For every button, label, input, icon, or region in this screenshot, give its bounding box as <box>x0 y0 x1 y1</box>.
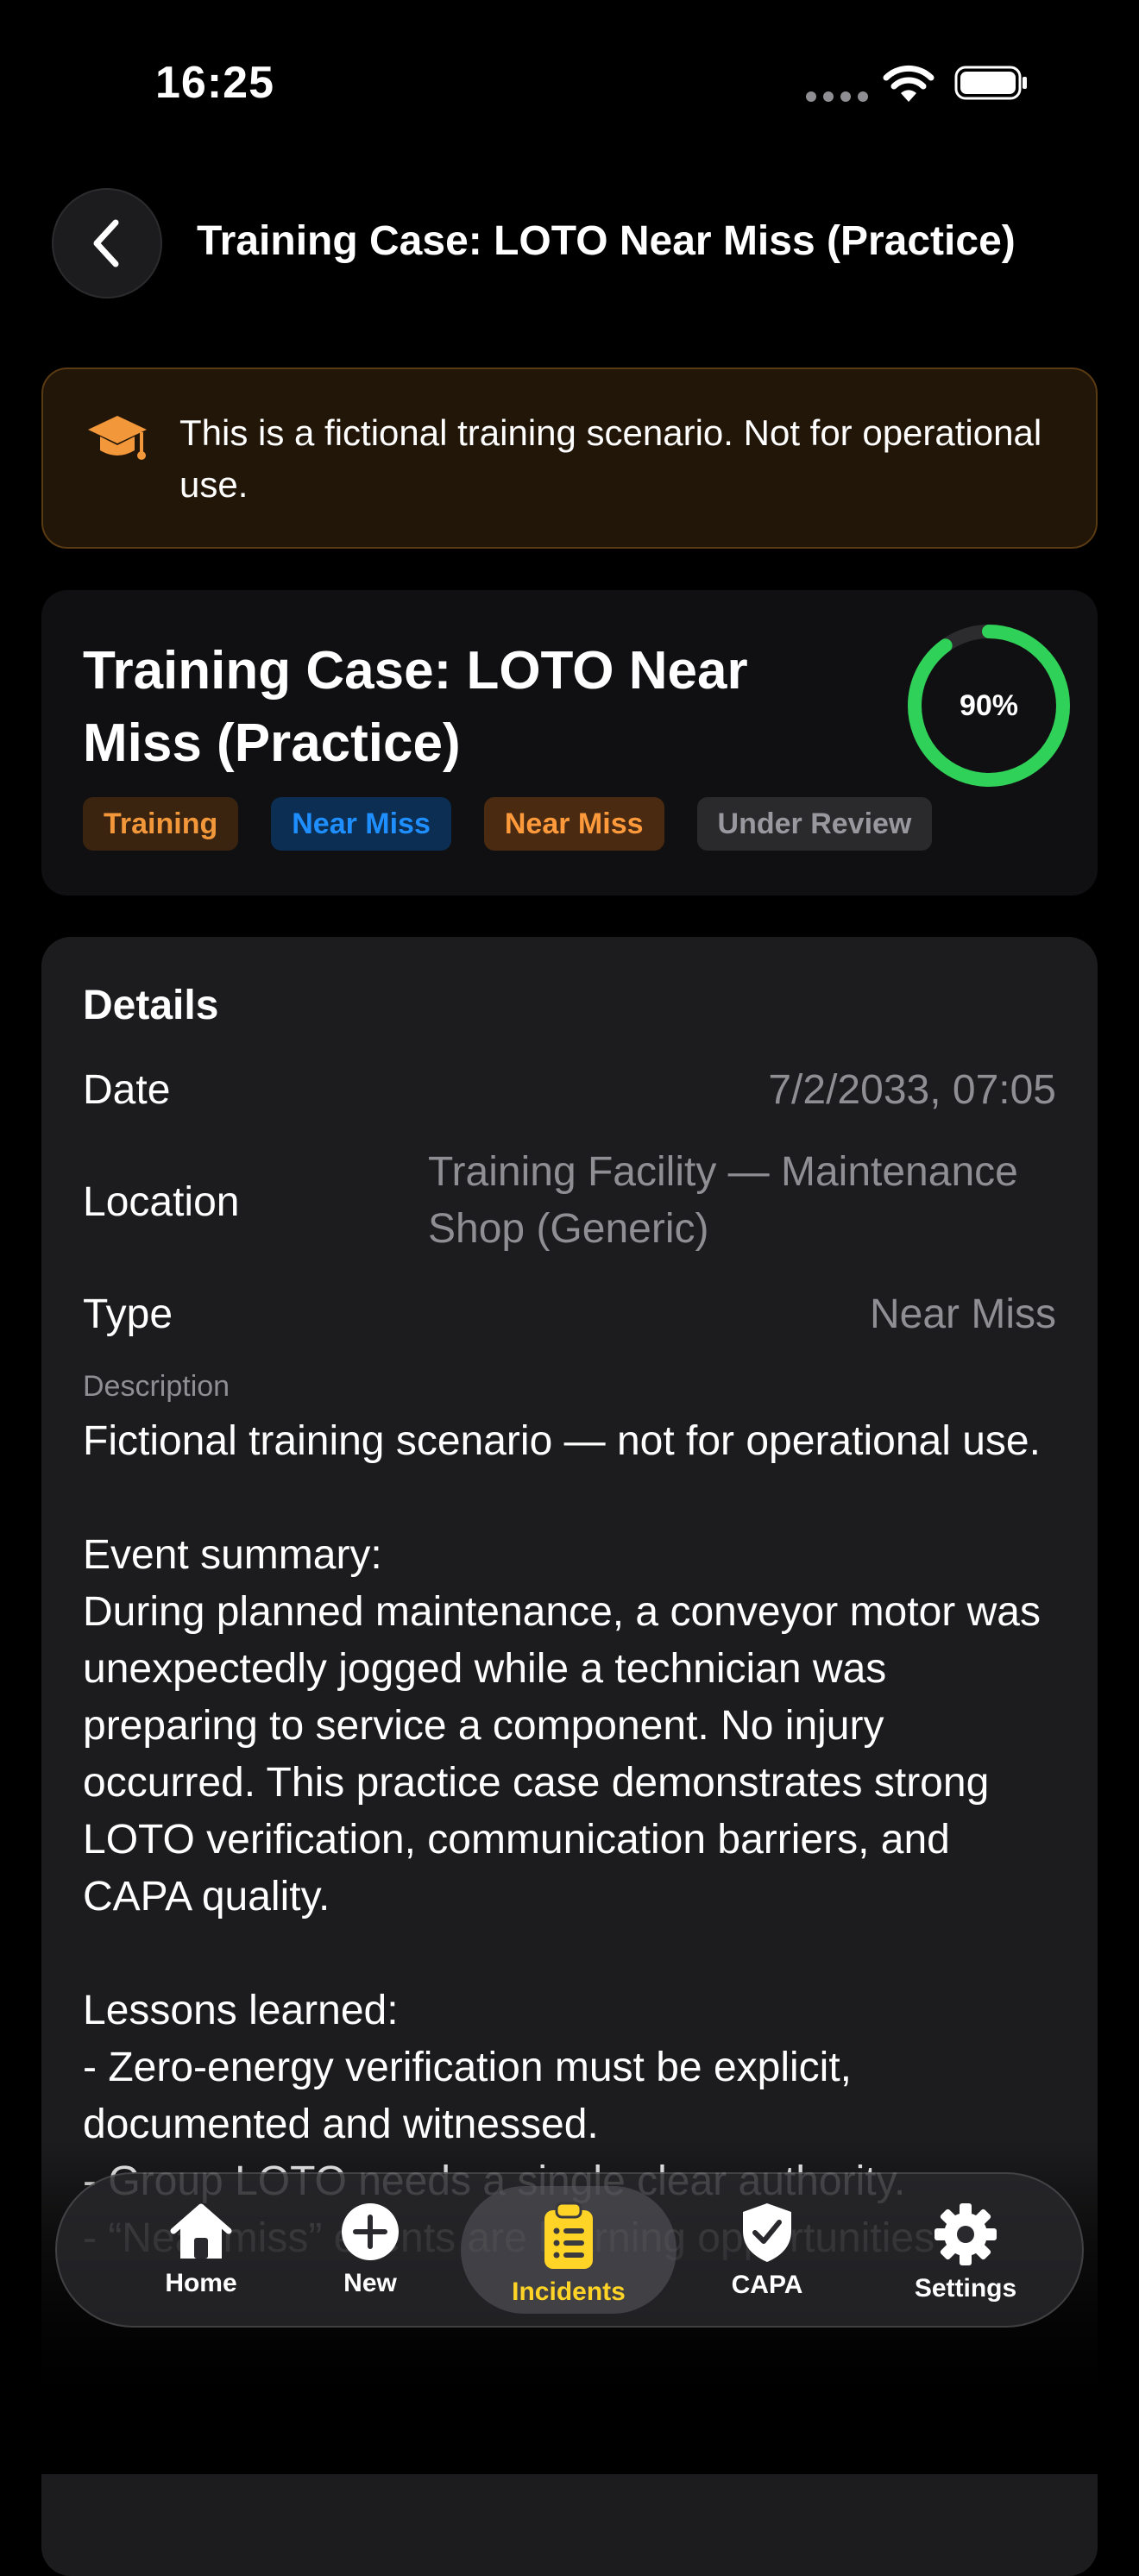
date-value: 7/2/2033, 07:05 <box>768 1067 1056 1113</box>
wifi-icon <box>883 65 934 102</box>
battery-icon <box>954 66 1027 100</box>
tag-list: Training Near Miss Near Miss Under Revie… <box>83 797 933 851</box>
date-label: Date <box>83 1067 171 1113</box>
plus-circle-icon <box>342 2203 399 2260</box>
details-heading: Details <box>83 983 219 1028</box>
training-banner: This is a fictional training scenario. N… <box>41 368 1098 549</box>
tag-status: Under Review <box>696 797 933 851</box>
shield-check-icon <box>743 2203 791 2262</box>
description-label: Description <box>83 1370 230 1403</box>
progress-label: 90% <box>959 688 1019 722</box>
tag-training: Training <box>83 797 239 851</box>
cellular-icon <box>806 91 868 102</box>
tab-new[interactable]: New <box>271 2174 469 2326</box>
tag-type: Near Miss <box>483 797 664 851</box>
tab-bar: Home New Incidents CAPA Settings <box>55 2172 1084 2328</box>
nav-title: Training Case: LOTO Near Miss (Practice) <box>197 218 1016 264</box>
chevron-left-icon <box>93 219 119 267</box>
location-label: Location <box>83 1179 240 1225</box>
home-icon <box>170 2203 232 2259</box>
tab-settings[interactable]: Settings <box>866 2174 1065 2326</box>
type-value: Near Miss <box>869 1291 1056 1337</box>
tab-incidents[interactable]: Incidents <box>461 2186 676 2314</box>
tab-home-label: Home <box>165 2269 237 2297</box>
tab-capa-label: CAPA <box>731 2271 803 2299</box>
type-label: Type <box>83 1291 173 1337</box>
location-value: Training Facility — Maintenance Shop (Ge… <box>428 1149 1018 1252</box>
clipboard-list-icon <box>544 2202 593 2269</box>
case-title: Training Case: LOTO Near Miss (Practice) <box>83 641 748 773</box>
tab-settings-label: Settings <box>914 2274 1017 2303</box>
graduation-cap-icon <box>88 416 147 460</box>
status-time: 16:25 <box>155 58 274 108</box>
back-button[interactable] <box>52 188 162 298</box>
case-header-card: Training Case: LOTO Near Miss (Practice)… <box>41 590 1098 895</box>
status-bar: 16:25 <box>0 0 1139 164</box>
banner-text: This is a fictional training scenario. N… <box>179 412 1042 505</box>
tab-capa[interactable]: CAPA <box>668 2174 866 2326</box>
tab-new-label: New <box>343 2269 397 2297</box>
gear-icon <box>934 2203 997 2265</box>
tab-incidents-label: Incidents <box>512 2278 626 2306</box>
tag-category: Near Miss <box>271 797 451 851</box>
